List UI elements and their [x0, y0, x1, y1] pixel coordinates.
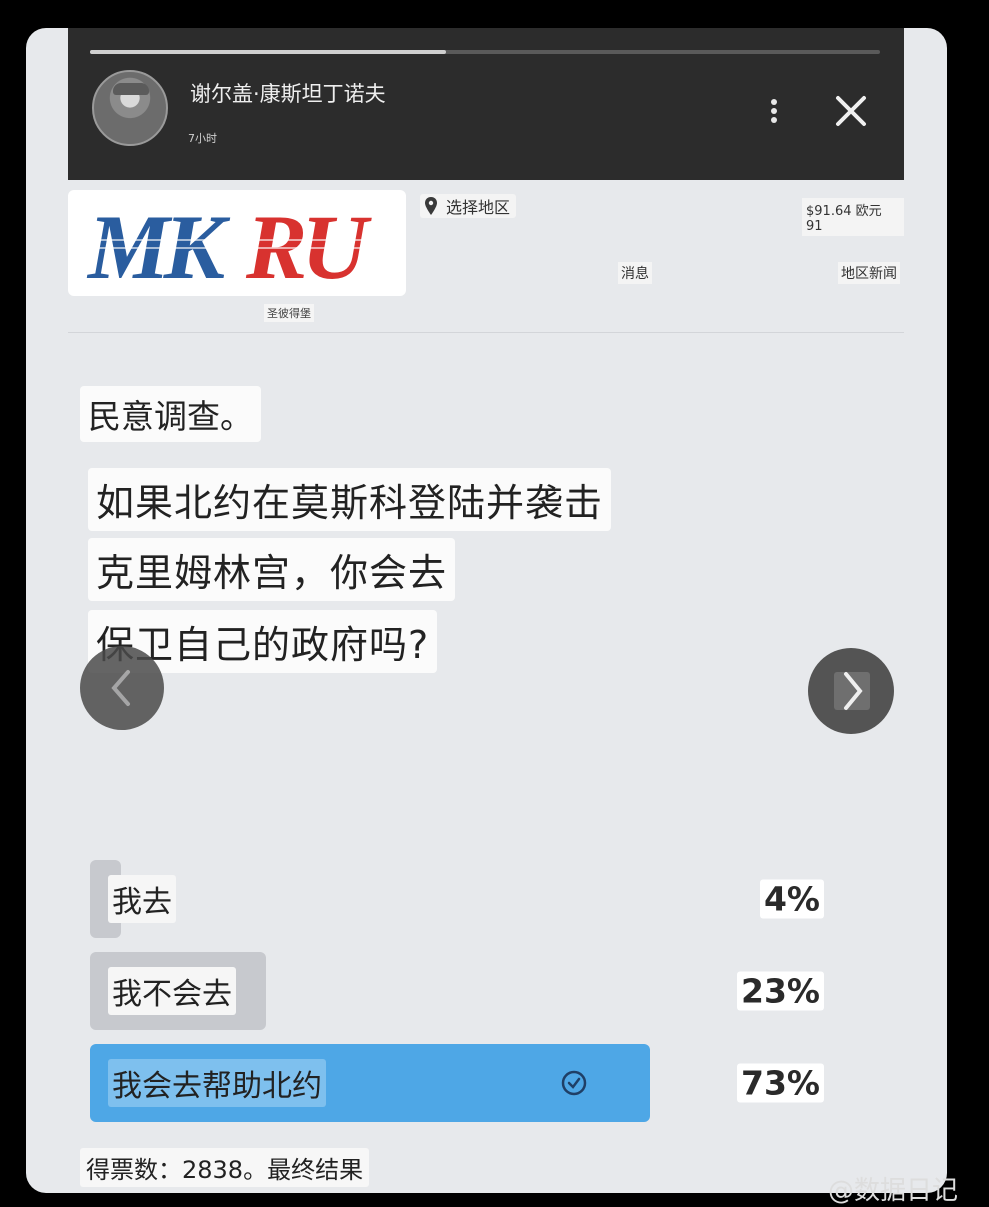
poll-option[interactable]: 我去 4%	[90, 860, 824, 938]
author-avatar[interactable]	[92, 70, 168, 146]
svg-text:RU: RU	[245, 196, 372, 296]
check-circle-icon	[561, 1070, 587, 1096]
next-arrow-button[interactable]	[808, 648, 894, 734]
story-progress-fill	[90, 50, 446, 54]
close-icon[interactable]	[832, 92, 870, 130]
chevron-left-icon	[111, 670, 130, 706]
region-label: 选择地区	[446, 198, 511, 217]
poll-option-selected[interactable]: 我会去帮助北约 73%	[90, 1044, 824, 1122]
poll-option-label: 我不会去	[108, 967, 236, 1015]
poll-option-percent: 73%	[737, 1063, 824, 1103]
watermark: @数据日记	[828, 1176, 959, 1206]
mkru-logo[interactable]: MK RU	[68, 190, 406, 298]
poll-option[interactable]: 我不会去 23%	[90, 952, 824, 1030]
previous-arrow-button[interactable]	[80, 646, 164, 730]
mkru-logo-mark: MK RU	[86, 196, 388, 298]
currency-rates: $91.64 欧元 91	[802, 198, 904, 236]
survey-title: 民意调查。	[80, 386, 261, 442]
poll-option-percent: 23%	[737, 971, 824, 1011]
site-header: MK RU 圣彼得堡 选择地区 $91.64 欧元 91 消息 地区新闻	[68, 180, 904, 330]
story-header: 谢尔盖·康斯坦丁诺夫 7小时	[68, 28, 904, 180]
survey-question-line: 如果北约在莫斯科登陆并袭击	[88, 468, 612, 531]
author-name[interactable]: 谢尔盖·康斯坦丁诺夫	[190, 78, 386, 108]
map-pin-icon	[425, 197, 437, 215]
nav-regional-news-link[interactable]: 地区新闻	[838, 262, 900, 284]
poll-option-label: 我去	[108, 875, 176, 923]
nav-news-link[interactable]: 消息	[618, 262, 652, 284]
chevron-right-icon	[834, 672, 870, 710]
story-progress-bar	[90, 50, 880, 54]
story-card: 谢尔盖·康斯坦丁诺夫 7小时 MK RU 圣彼得堡 选择地区 $91.64 欧元…	[26, 28, 947, 1193]
vote-count: 得票数：2838。最终结果	[80, 1148, 370, 1187]
poll-option-label: 我会去帮助北约	[108, 1059, 326, 1107]
svg-text:MK: MK	[86, 196, 231, 296]
logo-caption: 圣彼得堡	[264, 304, 314, 322]
more-options-icon[interactable]	[762, 94, 786, 128]
post-time: 7小时	[188, 132, 217, 145]
header-divider	[68, 332, 904, 333]
region-selector[interactable]: 选择地区	[420, 194, 517, 218]
poll-option-percent: 4%	[759, 879, 824, 919]
survey-question-line: 克里姆林宫，你会去	[88, 538, 456, 601]
